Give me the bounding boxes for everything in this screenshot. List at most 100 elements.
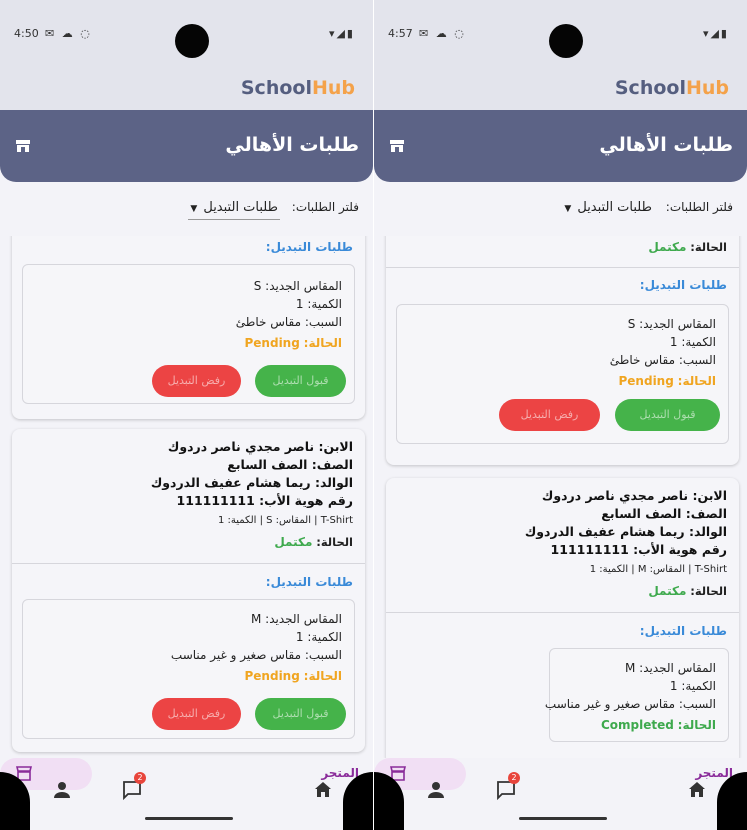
grade: الصف: الصف السابع (227, 457, 353, 472)
status-label: الحالة: (677, 718, 716, 732)
status-notification-icons: ✉ ☁ ◌ (45, 27, 92, 40)
profile-icon[interactable] (50, 778, 74, 802)
brand-bar: SchoolHub (374, 62, 747, 110)
status-value: مكتمل (648, 584, 687, 598)
divider (386, 267, 739, 268)
status-time: 4:50 (14, 27, 39, 40)
exchange-request: المقاس الجديد: S الكمية: 1 السبب: مقاس خ… (396, 304, 729, 444)
signal-battery-icons: ▾◢▮ (328, 27, 355, 40)
new-size: المقاس الجديد: S (627, 317, 716, 331)
parent-name: الوالد: ريما هشام عفيف الدردوك (524, 524, 727, 539)
requests-list[interactable]: الحالة: مكتمل طلبات التبديل: المقاس الجد… (374, 236, 747, 764)
reject-exchange-button[interactable]: رفض التبديل (152, 698, 241, 730)
child-name: الابن: ناصر مجدي ناصر دردوك (167, 439, 353, 454)
reason: السبب: مقاس صغير و غير مناسب (170, 648, 342, 662)
logo-school: School (240, 77, 312, 99)
divider (386, 612, 739, 613)
exchange-status: الحالة: Pending (619, 374, 717, 388)
exchange-status: الحالة: Completed (601, 718, 716, 732)
father-id: رقم هوية الأب: 111111111 (550, 542, 727, 557)
reason: السبب: مقاس خاطئ (609, 353, 716, 367)
request-card: الابن: ناصر مجدي ناصر دردوك الصف: الصف ا… (12, 429, 365, 752)
chat-badge: 2 (134, 772, 146, 784)
gesture-bar[interactable] (519, 817, 607, 820)
profile-icon[interactable] (424, 778, 448, 802)
parent-name: الوالد: ريما هشام عفيف الدردوك (150, 475, 353, 490)
store-icon[interactable] (16, 140, 30, 152)
status-value: Pending (244, 336, 300, 350)
quantity: الكمية: 1 (295, 630, 342, 644)
status-bar: 4:57 ✉ ☁ ◌ ▾◢▮ (374, 0, 747, 62)
dropdown-arrow-icon: ▼ (564, 204, 572, 214)
logo-school: School (614, 77, 686, 99)
page-title: طلبات الأهالي (225, 134, 359, 156)
filter-row: فلتر الطلبات: طلبات التبديل ▼ (562, 200, 733, 219)
screen-corner (343, 772, 373, 830)
status-bar: 4:50 ✉ ☁ ◌ ▾◢▮ (0, 0, 373, 62)
status-value: Pending (244, 669, 300, 683)
status-value: Pending (618, 374, 674, 388)
exchange-section-title: طلبات التبديل: (639, 624, 727, 638)
page-title: طلبات الأهالي (599, 134, 733, 156)
filter-label: فلتر الطلبات: (291, 200, 359, 214)
exchange-status: الحالة: Pending (245, 669, 343, 683)
request-card: الحالة: مكتمل طلبات التبديل: المقاس الجد… (386, 236, 739, 465)
accept-exchange-button[interactable]: قبول التبديل (255, 698, 346, 730)
screen-corner (717, 772, 747, 830)
reason: السبب: مقاس صغير و غير مناسب (544, 697, 716, 711)
camera-cutout (549, 24, 583, 58)
filter-row: فلتر الطلبات: طلبات التبديل ▼ (188, 200, 359, 220)
child-name: الابن: ناصر مجدي ناصر دردوك (541, 488, 727, 503)
product-info: T-Shirt | المقاس: M | الكمية: 1 (589, 564, 727, 575)
store-icon[interactable] (390, 140, 404, 152)
exchange-status: الحالة: Pending (245, 336, 343, 350)
new-size: المقاس الجديد: M (624, 661, 716, 675)
grade: الصف: الصف السابع (601, 506, 727, 521)
quantity: الكمية: 1 (669, 335, 716, 349)
logo-hub: Hub (311, 77, 355, 99)
reject-exchange-button[interactable]: رفض التبديل (152, 365, 241, 397)
reject-exchange-button[interactable]: رفض التبديل (499, 399, 600, 431)
signal-battery-icons: ▾◢▮ (702, 27, 729, 40)
product-info: T-Shirt | المقاس: S | الكمية: 1 (217, 515, 353, 526)
request-card: الابن: ناصر مجدي ناصر دردوك الصف: الصف ا… (386, 478, 739, 764)
new-size: المقاس الجديد: S (253, 279, 342, 293)
exchange-section-title: طلبات التبديل: (639, 278, 727, 292)
chat-nav-item[interactable]: 2 (494, 772, 520, 802)
chat-nav-item[interactable]: 2 (120, 772, 146, 802)
chat-badge: 2 (508, 772, 520, 784)
brand-bar: SchoolHub (0, 62, 373, 110)
home-icon[interactable] (311, 778, 335, 802)
gesture-bar[interactable] (145, 817, 233, 820)
status-label: الحالة: (677, 374, 716, 388)
order-status: الحالة: مكتمل (274, 535, 353, 549)
bottom-navigation: 2 المتجر (374, 758, 747, 830)
bottom-navigation: 2 المتجر (0, 758, 373, 830)
phone-screen-left: 4:50 ✉ ☁ ◌ ▾◢▮ SchoolHub طلبات الأهالي ف… (0, 0, 373, 830)
exchange-request: المقاس الجديد: S الكمية: 1 السبب: مقاس خ… (22, 264, 355, 404)
accept-exchange-button[interactable]: قبول التبديل (615, 399, 720, 431)
accept-exchange-button[interactable]: قبول التبديل (255, 365, 346, 397)
home-icon[interactable] (685, 778, 709, 802)
filter-dropdown[interactable]: طلبات التبديل ▼ (562, 200, 654, 219)
phone-screen-right: 4:57 ✉ ☁ ◌ ▾◢▮ SchoolHub طلبات الأهالي ف… (374, 0, 747, 830)
filter-value: طلبات التبديل (203, 200, 278, 215)
requests-list[interactable]: طلبات التبديل: المقاس الجديد: S الكمية: … (0, 236, 373, 764)
status-label: الحالة: (303, 669, 342, 683)
app-logo: SchoolHub (241, 77, 355, 99)
request-card: طلبات التبديل: المقاس الجديد: S الكمية: … (12, 236, 365, 419)
status-label: الحالة: (303, 336, 342, 350)
filter-dropdown[interactable]: طلبات التبديل ▼ (188, 200, 280, 220)
father-id: رقم هوية الأب: 111111111 (176, 493, 353, 508)
logo-hub: Hub (685, 77, 729, 99)
quantity: الكمية: 1 (295, 297, 342, 311)
filter-value: طلبات التبديل (577, 200, 652, 215)
camera-cutout (175, 24, 209, 58)
status-value: مكتمل (648, 240, 687, 254)
filter-label: فلتر الطلبات: (665, 200, 733, 214)
exchange-section-title: طلبات التبديل: (265, 240, 353, 254)
status-value: مكتمل (274, 535, 313, 549)
exchange-section-title: طلبات التبديل: (265, 575, 353, 589)
order-status: الحالة: مكتمل (648, 584, 727, 598)
app-logo: SchoolHub (615, 77, 729, 99)
